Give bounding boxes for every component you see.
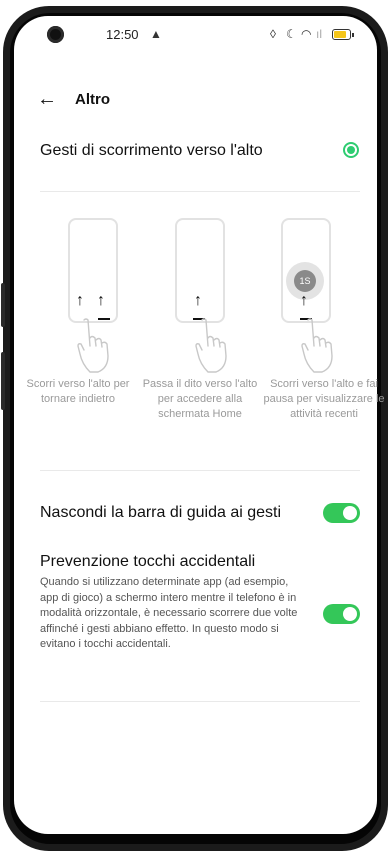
camera-cutout	[47, 26, 64, 43]
divider	[40, 191, 360, 192]
gesture-caption-home: Passa il dito verso l'alto per accedere …	[142, 378, 258, 420]
signal-icon: ıl	[316, 27, 322, 41]
wifi-icon: ◠	[301, 27, 312, 41]
hand-icon	[195, 318, 227, 373]
divider	[40, 470, 360, 471]
page-title: Altro	[75, 91, 110, 108]
hand-icon	[77, 318, 109, 373]
side-button	[1, 283, 5, 327]
gestures-option-label: Gesti di scorrimento verso l'alto	[40, 142, 263, 159]
hand-icon	[301, 318, 333, 373]
arrow-up-icon: ↑	[76, 292, 84, 309]
moon-icon: ☾	[286, 27, 297, 41]
alarm-icon: ◊	[270, 27, 276, 41]
hide-gesture-bar-label: Nascondi la barra di guida ai gesti	[40, 504, 282, 521]
alert-icon: ▲	[150, 27, 162, 41]
gesture-caption-recents: Scorri verso l'alto e fai pausa per visu…	[263, 378, 385, 420]
status-time: 12:50	[106, 27, 139, 42]
hide-gesture-bar-toggle[interactable]	[323, 503, 360, 523]
arrow-up-icon: ↑	[300, 292, 308, 309]
arrow-up-icon: ↑	[194, 292, 202, 309]
battery-icon	[332, 29, 354, 40]
accidental-touch-toggle[interactable]	[323, 604, 360, 624]
status-bar: 12:50 ▲ ◊ ☾ ◠ ıl	[0, 24, 391, 44]
gesture-caption-back: Scorri verso l'alto per tornare indietro	[26, 378, 130, 405]
gestures-radio[interactable]	[343, 142, 359, 158]
side-button	[1, 352, 5, 410]
arrow-up-icon: ↑	[97, 292, 105, 309]
screen	[14, 16, 377, 834]
arrow-left-icon[interactable]: ←	[37, 88, 57, 111]
accidental-touch-label: Prevenzione tocchi accidentali	[40, 553, 256, 570]
timer-icon: 1S	[294, 270, 316, 292]
divider	[40, 701, 360, 702]
accidental-touch-description: Quando si utilizzano determinate app (ad…	[40, 576, 298, 650]
